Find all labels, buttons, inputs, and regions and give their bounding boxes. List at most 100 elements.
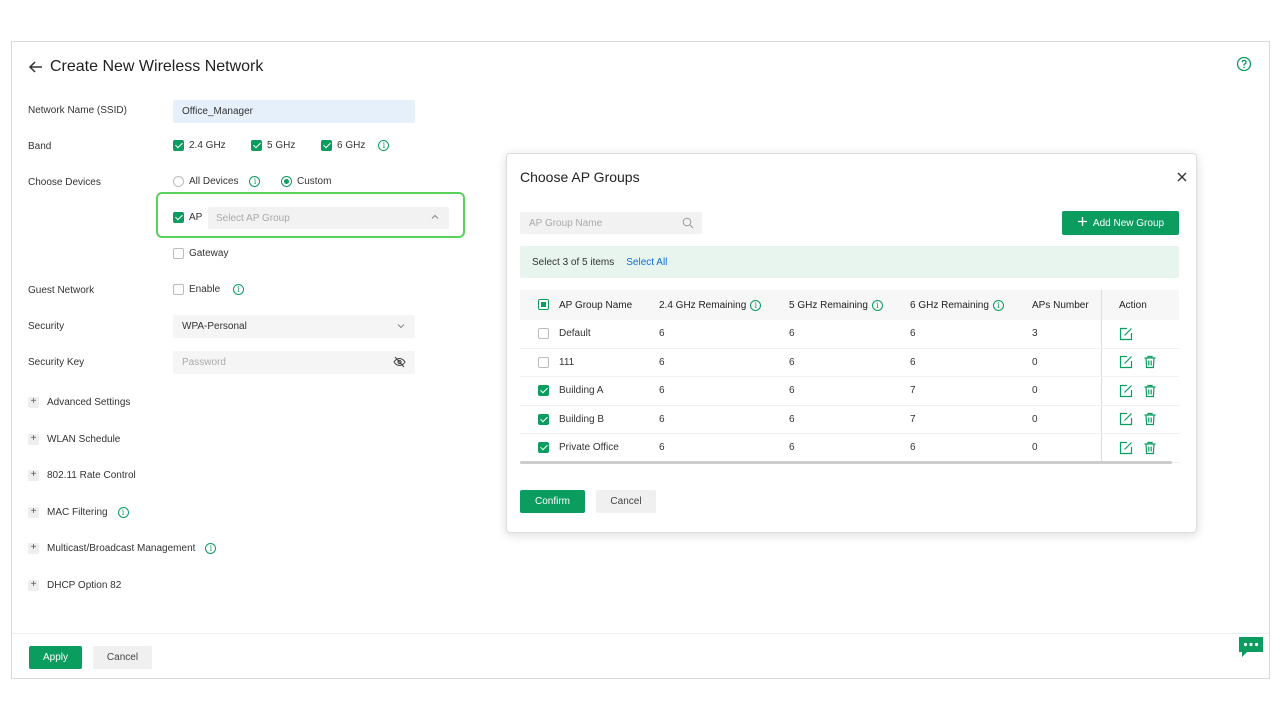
- section-label: WLAN Schedule: [47, 434, 121, 445]
- trash-icon[interactable]: [1143, 384, 1157, 398]
- security-label: Security: [28, 321, 65, 332]
- page-title: Create New Wireless Network: [50, 58, 264, 75]
- info-icon[interactable]: i: [205, 543, 217, 554]
- chat-icon[interactable]: [1238, 636, 1264, 658]
- plus-icon: +: [28, 434, 39, 445]
- section-label: Multicast/Broadcast Management: [47, 543, 196, 554]
- band-5-option[interactable]: 5 GHz: [251, 140, 295, 151]
- ap-label: AP: [189, 212, 203, 223]
- row-checkbox[interactable]: [538, 328, 549, 340]
- aps-number: 3: [1032, 328, 1038, 340]
- ap-group-select[interactable]: Select AP Group: [208, 207, 449, 229]
- edit-icon[interactable]: [1119, 441, 1133, 455]
- help-icon[interactable]: [1236, 56, 1252, 72]
- ap-group-select-placeholder: Select AP Group: [216, 212, 290, 224]
- edit-icon[interactable]: [1119, 384, 1133, 398]
- aps-number: 0: [1032, 356, 1038, 368]
- custom-radio[interactable]: [281, 176, 292, 187]
- rate-control-section[interactable]: + 802.11 Rate Control: [28, 470, 136, 481]
- row-checkbox[interactable]: [538, 442, 549, 454]
- info-icon[interactable]: i: [750, 299, 762, 311]
- ap-group-search-input[interactable]: AP Group Name: [520, 212, 702, 234]
- info-icon[interactable]: i: [871, 299, 883, 311]
- section-label: DHCP Option 82: [47, 580, 122, 591]
- ap-option[interactable]: AP: [173, 212, 202, 223]
- all-devices-radio[interactable]: [173, 176, 184, 187]
- modal-cancel-button[interactable]: Cancel: [596, 490, 656, 513]
- column-header-5ghz: 5 GHz Remaining i: [789, 299, 910, 311]
- table-row[interactable]: Building A 6 6 7 0: [520, 377, 1179, 406]
- column-header-6ghz: 6 GHz Remaining i: [910, 299, 1032, 311]
- row-actions: [1101, 348, 1179, 376]
- row-checkbox[interactable]: [538, 413, 549, 425]
- cancel-button[interactable]: Cancel: [93, 646, 152, 669]
- add-new-group-label: Add New Group: [1092, 217, 1165, 229]
- info-icon[interactable]: i: [233, 284, 245, 295]
- edit-icon[interactable]: [1119, 327, 1133, 341]
- table-row[interactable]: 111 6 6 6 0: [520, 348, 1179, 377]
- ap-checkbox[interactable]: [173, 212, 184, 223]
- edit-icon[interactable]: [1119, 412, 1133, 426]
- dhcp-option-82-section[interactable]: + DHCP Option 82: [28, 580, 121, 591]
- band-24-checkbox[interactable]: [173, 140, 184, 151]
- mac-filtering-section[interactable]: + MAC Filtering i: [28, 507, 129, 518]
- add-new-group-button[interactable]: Add New Group: [1062, 211, 1179, 235]
- select-all-link[interactable]: Select All: [626, 257, 667, 268]
- search-placeholder: AP Group Name: [529, 217, 603, 229]
- trash-icon[interactable]: [1143, 441, 1157, 455]
- all-devices-label: All Devices: [189, 176, 239, 187]
- band-6-checkbox[interactable]: [321, 140, 332, 151]
- selection-summary-bar: Select 3 of 5 items Select All: [520, 246, 1179, 278]
- band-24-label: 2.4 GHz: [189, 140, 226, 151]
- row-checkbox[interactable]: [538, 385, 549, 397]
- gateway-checkbox[interactable]: [173, 248, 184, 259]
- remaining-5ghz: 6: [789, 356, 795, 368]
- eye-hidden-icon[interactable]: [393, 356, 406, 371]
- table-row[interactable]: Private Office 6 6 6 0: [520, 434, 1179, 463]
- advanced-settings-section[interactable]: + Advanced Settings: [28, 397, 130, 408]
- table-row[interactable]: Default 6 6 6 3: [520, 320, 1179, 349]
- remaining-24ghz: 6: [659, 385, 665, 397]
- info-icon[interactable]: i: [117, 507, 129, 518]
- info-icon[interactable]: i: [378, 140, 390, 151]
- row-checkbox[interactable]: [538, 356, 549, 368]
- all-devices-option[interactable]: All Devices i: [173, 176, 261, 187]
- trash-icon[interactable]: [1143, 412, 1157, 426]
- band-24-option[interactable]: 2.4 GHz: [173, 140, 226, 151]
- row-actions: [1101, 320, 1179, 348]
- password-placeholder: Password: [182, 357, 226, 368]
- remaining-6ghz: 6: [910, 328, 916, 340]
- section-label: 802.11 Rate Control: [47, 470, 136, 481]
- custom-option[interactable]: Custom: [281, 176, 331, 187]
- trash-icon[interactable]: [1143, 355, 1157, 369]
- confirm-button[interactable]: Confirm: [520, 490, 585, 513]
- remaining-6ghz: 6: [910, 442, 916, 454]
- aps-number: 0: [1032, 385, 1038, 397]
- remaining-5ghz: 6: [789, 442, 795, 454]
- info-icon[interactable]: i: [992, 299, 1004, 311]
- edit-icon[interactable]: [1119, 355, 1133, 369]
- modal-title: Choose AP Groups: [520, 169, 640, 185]
- guest-enable-option[interactable]: Enable i: [173, 284, 245, 295]
- select-all-checkbox[interactable]: [538, 299, 549, 311]
- band-6-option[interactable]: 6 GHz i: [321, 140, 390, 151]
- band-5-checkbox[interactable]: [251, 140, 262, 151]
- back-arrow-icon[interactable]: [28, 59, 44, 75]
- ssid-input[interactable]: Office_Manager: [173, 100, 415, 123]
- guest-enable-checkbox[interactable]: [173, 284, 184, 295]
- gateway-option[interactable]: Gateway: [173, 248, 228, 259]
- table-row[interactable]: Building B 6 6 7 0: [520, 405, 1179, 434]
- multicast-section[interactable]: + Multicast/Broadcast Management i: [28, 543, 217, 554]
- apply-button[interactable]: Apply: [29, 646, 82, 669]
- info-icon[interactable]: i: [249, 176, 261, 187]
- remaining-24ghz: 6: [659, 328, 665, 340]
- password-input[interactable]: Password: [173, 351, 415, 374]
- horizontal-scrollbar[interactable]: [520, 461, 1172, 464]
- plus-icon: +: [28, 580, 39, 591]
- column-header-6ghz-label: 6 GHz Remaining: [910, 299, 989, 311]
- ssid-label: Network Name (SSID): [28, 105, 127, 116]
- close-icon[interactable]: [1175, 170, 1189, 184]
- wlan-schedule-section[interactable]: + WLAN Schedule: [28, 434, 120, 445]
- choose-devices-label: Choose Devices: [28, 177, 101, 188]
- security-select[interactable]: WPA-Personal: [173, 315, 415, 338]
